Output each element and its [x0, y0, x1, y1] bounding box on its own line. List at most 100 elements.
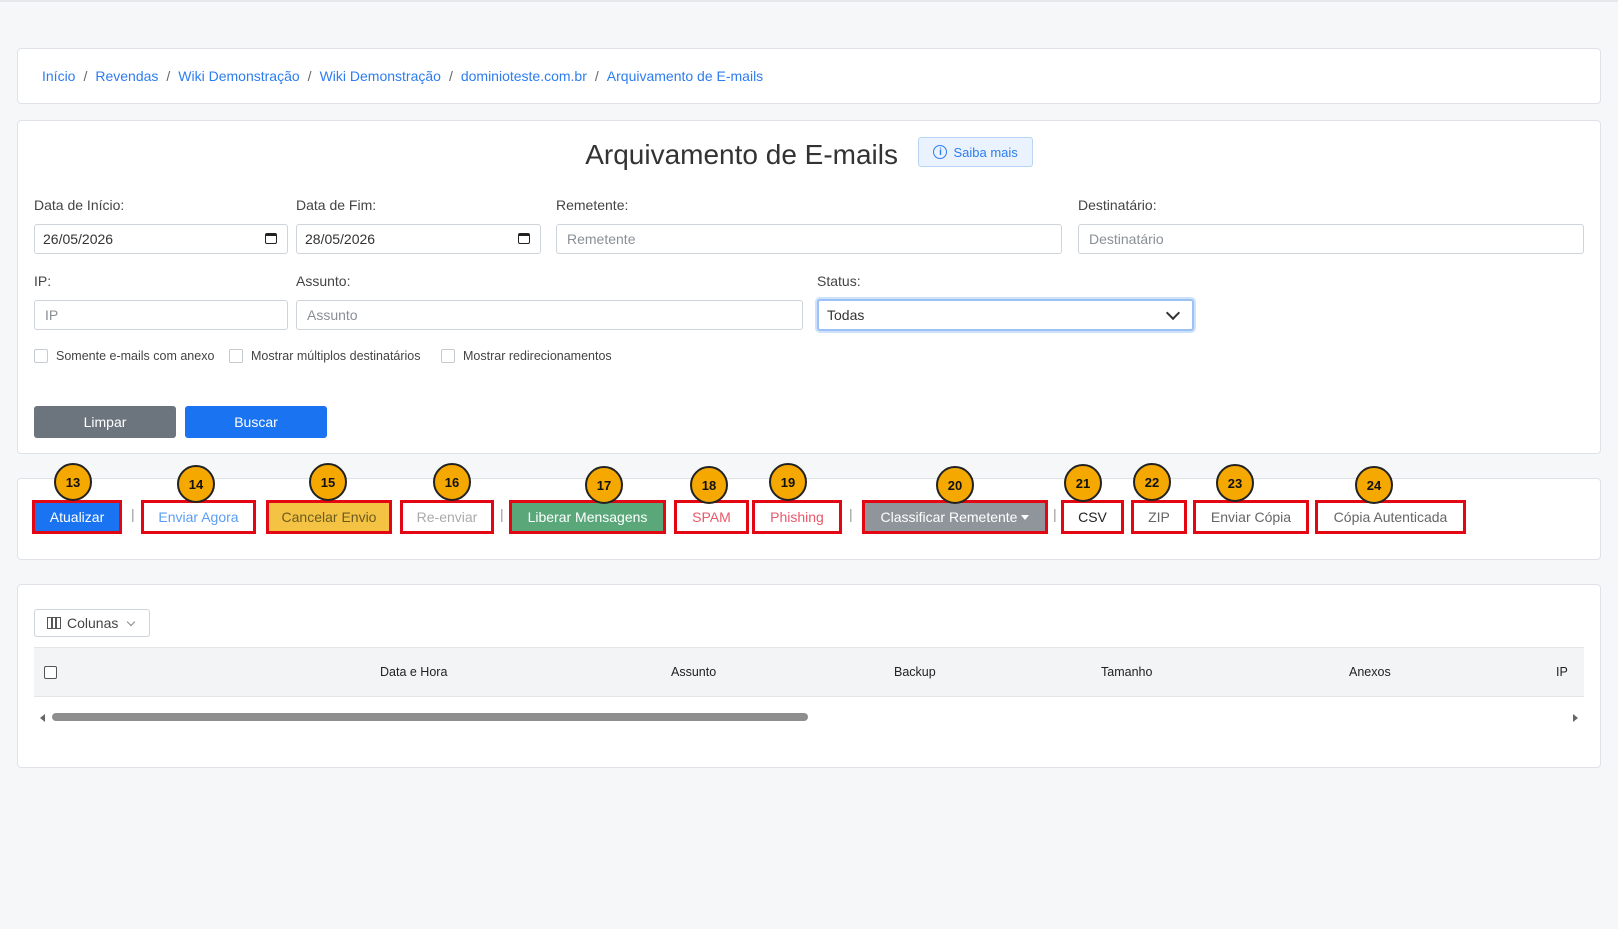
separator: |	[849, 506, 853, 522]
recipient-label: Destinatário:	[1078, 197, 1157, 213]
breadcrumb: Início / Revendas / Wiki Demonstração / …	[42, 68, 763, 84]
breadcrumb-current[interactable]: Arquivamento de E-mails	[607, 68, 763, 84]
sender-label: Remetente:	[556, 197, 629, 213]
page-header: Arquivamento de E-mails i Saiba mais	[18, 137, 1600, 171]
saiba-mais-button[interactable]: i Saiba mais	[918, 137, 1033, 167]
csv-button[interactable]: CSV	[1061, 500, 1124, 534]
phishing-button[interactable]: Phishing	[752, 500, 842, 534]
status-value: Todas	[827, 307, 865, 323]
chevron-down-icon	[1165, 305, 1181, 321]
breadcrumb-separator: /	[448, 68, 453, 84]
annotation-badge: 14	[177, 465, 215, 503]
annotation-badge: 21	[1064, 464, 1102, 502]
column-header-datetime[interactable]: Data e Hora	[380, 665, 447, 679]
results-card: Colunas Data e Hora Assunto Backup Taman…	[17, 584, 1601, 768]
clear-button[interactable]: Limpar	[34, 406, 176, 438]
checkbox-attachments[interactable]: Somente e-mails com anexo	[34, 349, 214, 363]
caret-down-icon	[1021, 514, 1030, 520]
recipient-field[interactable]	[1078, 224, 1584, 254]
select-all-checkbox[interactable]	[44, 666, 57, 679]
checkbox-label: Somente e-mails com anexo	[56, 349, 215, 363]
calendar-icon[interactable]	[265, 233, 277, 244]
scrollbar-thumb[interactable]	[52, 713, 808, 721]
send-now-button[interactable]: Enviar Agora	[141, 500, 256, 534]
saiba-mais-label: Saiba mais	[953, 144, 1018, 160]
sender-field[interactable]	[556, 224, 1062, 254]
separator: |	[1053, 506, 1057, 522]
end-date-value: 28/05/2026	[305, 231, 376, 247]
spam-button[interactable]: SPAM	[674, 500, 749, 534]
end-date-field[interactable]: 28/05/2026	[296, 224, 541, 254]
top-border	[0, 0, 1618, 2]
column-header-backup[interactable]: Backup	[894, 665, 936, 679]
column-header-subject[interactable]: Assunto	[671, 665, 716, 679]
column-header-size[interactable]: Tamanho	[1101, 665, 1152, 679]
status-label: Status:	[817, 273, 861, 289]
recipient-input[interactable]	[1087, 230, 1575, 248]
column-header-ip[interactable]: IP	[1556, 665, 1568, 679]
checkbox-multiple-recipients[interactable]: Mostrar múltiplos destinatários	[229, 349, 421, 363]
checkbox[interactable]	[229, 349, 243, 363]
annotation-badge: 19	[769, 463, 807, 501]
breadcrumb-separator: /	[83, 68, 88, 84]
table-header: Data e Hora Assunto Backup Tamanho Anexo…	[34, 647, 1584, 697]
breadcrumb-inicio[interactable]: Início	[42, 68, 75, 84]
ip-input[interactable]	[43, 306, 279, 324]
annotation-badge: 23	[1216, 464, 1254, 502]
refresh-button[interactable]: Atualizar	[32, 500, 122, 534]
sender-input[interactable]	[565, 230, 1053, 248]
column-header-attachments[interactable]: Anexos	[1349, 665, 1391, 679]
status-select[interactable]: Todas	[817, 299, 1194, 331]
end-date-label: Data de Fim:	[296, 197, 377, 213]
checkbox-redirects[interactable]: Mostrar redirecionamentos	[441, 349, 612, 363]
annotation-badge: 16	[433, 463, 471, 501]
checkbox[interactable]	[441, 349, 455, 363]
info-icon: i	[933, 145, 948, 159]
page-title: Arquivamento de E-mails	[585, 139, 899, 170]
annotation-badge: 17	[585, 466, 623, 504]
breadcrumb-separator: /	[307, 68, 312, 84]
classify-sender-label: Classificar Remetente	[880, 509, 1018, 525]
separator: |	[131, 506, 135, 522]
start-date-value: 26/05/2026	[43, 231, 114, 247]
certified-copy-button[interactable]: Cópia Autenticada	[1315, 500, 1466, 534]
separator: |	[500, 506, 504, 522]
breadcrumb-card: Início / Revendas / Wiki Demonstração / …	[17, 48, 1601, 104]
chevron-down-icon	[127, 617, 136, 626]
subject-label: Assunto:	[296, 273, 351, 289]
breadcrumb-separator: /	[166, 68, 171, 84]
annotation-badge: 24	[1355, 466, 1393, 504]
resend-button[interactable]: Re-enviar	[400, 500, 494, 534]
columns-icon	[47, 617, 61, 629]
subject-field[interactable]	[296, 300, 803, 330]
horizontal-scrollbar[interactable]	[34, 711, 1584, 725]
filters-card: Arquivamento de E-mails i Saiba mais Dat…	[17, 120, 1601, 454]
scroll-left-icon[interactable]	[40, 714, 45, 722]
search-button[interactable]: Buscar	[185, 406, 327, 438]
checkbox-label: Mostrar múltiplos destinatários	[251, 349, 421, 363]
classify-sender-dropdown[interactable]: Classificar Remetente	[862, 500, 1048, 534]
breadcrumb-revendas[interactable]: Revendas	[95, 68, 158, 84]
calendar-icon[interactable]	[518, 233, 530, 244]
release-messages-button[interactable]: Liberar Mensagens	[509, 500, 666, 534]
annotation-badge: 15	[309, 463, 347, 501]
subject-input[interactable]	[305, 306, 794, 324]
send-copy-button[interactable]: Enviar Cópia	[1193, 500, 1309, 534]
start-date-label: Data de Início:	[34, 197, 125, 213]
cancel-send-button[interactable]: Cancelar Envio	[266, 500, 392, 534]
columns-label: Colunas	[67, 615, 119, 631]
ip-field[interactable]	[34, 300, 288, 330]
ip-label: IP:	[34, 273, 52, 289]
breadcrumb-separator: /	[594, 68, 599, 84]
breadcrumb-wiki-1[interactable]: Wiki Demonstração	[178, 68, 299, 84]
start-date-field[interactable]: 26/05/2026	[34, 224, 288, 254]
columns-button[interactable]: Colunas	[34, 609, 150, 637]
scroll-right-icon[interactable]	[1573, 714, 1578, 722]
zip-button[interactable]: ZIP	[1131, 500, 1187, 534]
breadcrumb-domain[interactable]: dominioteste.com.br	[461, 68, 587, 84]
annotation-badge: 13	[54, 463, 92, 501]
breadcrumb-wiki-2[interactable]: Wiki Demonstração	[320, 68, 441, 84]
annotation-badge: 22	[1133, 463, 1171, 501]
annotation-badge: 20	[936, 466, 974, 504]
checkbox[interactable]	[34, 349, 48, 363]
